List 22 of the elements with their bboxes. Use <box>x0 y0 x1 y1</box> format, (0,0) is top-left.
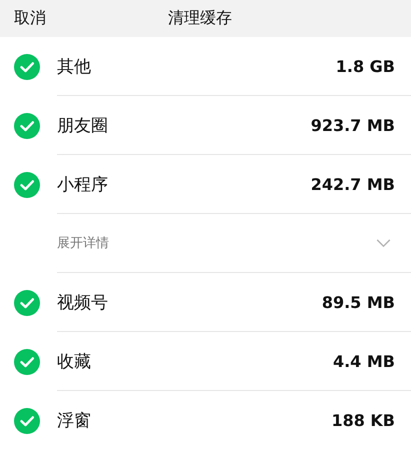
chevron-icon[interactable] <box>376 238 391 248</box>
cancel-button[interactable]: 取消 <box>0 8 46 29</box>
cache-name: 浮窗 <box>57 410 91 432</box>
checkbox-icon[interactable] <box>14 348 40 374</box>
page-title: 清理缓存 <box>168 8 232 29</box>
cache-size: 4.4 MB <box>332 352 395 370</box>
checkbox-icon[interactable] <box>14 408 40 434</box>
cache-size: 89.5 MB <box>322 292 395 312</box>
cache-name: 收藏 <box>57 350 91 372</box>
cache-name: 朋友圈 <box>57 114 108 136</box>
cache-name: 小程序 <box>57 174 108 196</box>
cache-size: 188 KB <box>331 411 395 430</box>
checkbox-icon[interactable] <box>14 172 40 198</box>
cache-size: 1.8 GB <box>336 56 395 76</box>
cache-size: 242.7 MB <box>310 174 395 194</box>
checkbox-icon[interactable] <box>14 54 40 80</box>
checkbox-icon[interactable] <box>14 290 40 316</box>
checkbox-icon[interactable] <box>14 112 40 138</box>
cache-name: 其他 <box>57 56 91 78</box>
cache-size: 923.7 MB <box>310 116 395 134</box>
expand-details-link[interactable]: 展开详情 <box>57 234 109 252</box>
cache-name: 视频号 <box>57 292 108 314</box>
